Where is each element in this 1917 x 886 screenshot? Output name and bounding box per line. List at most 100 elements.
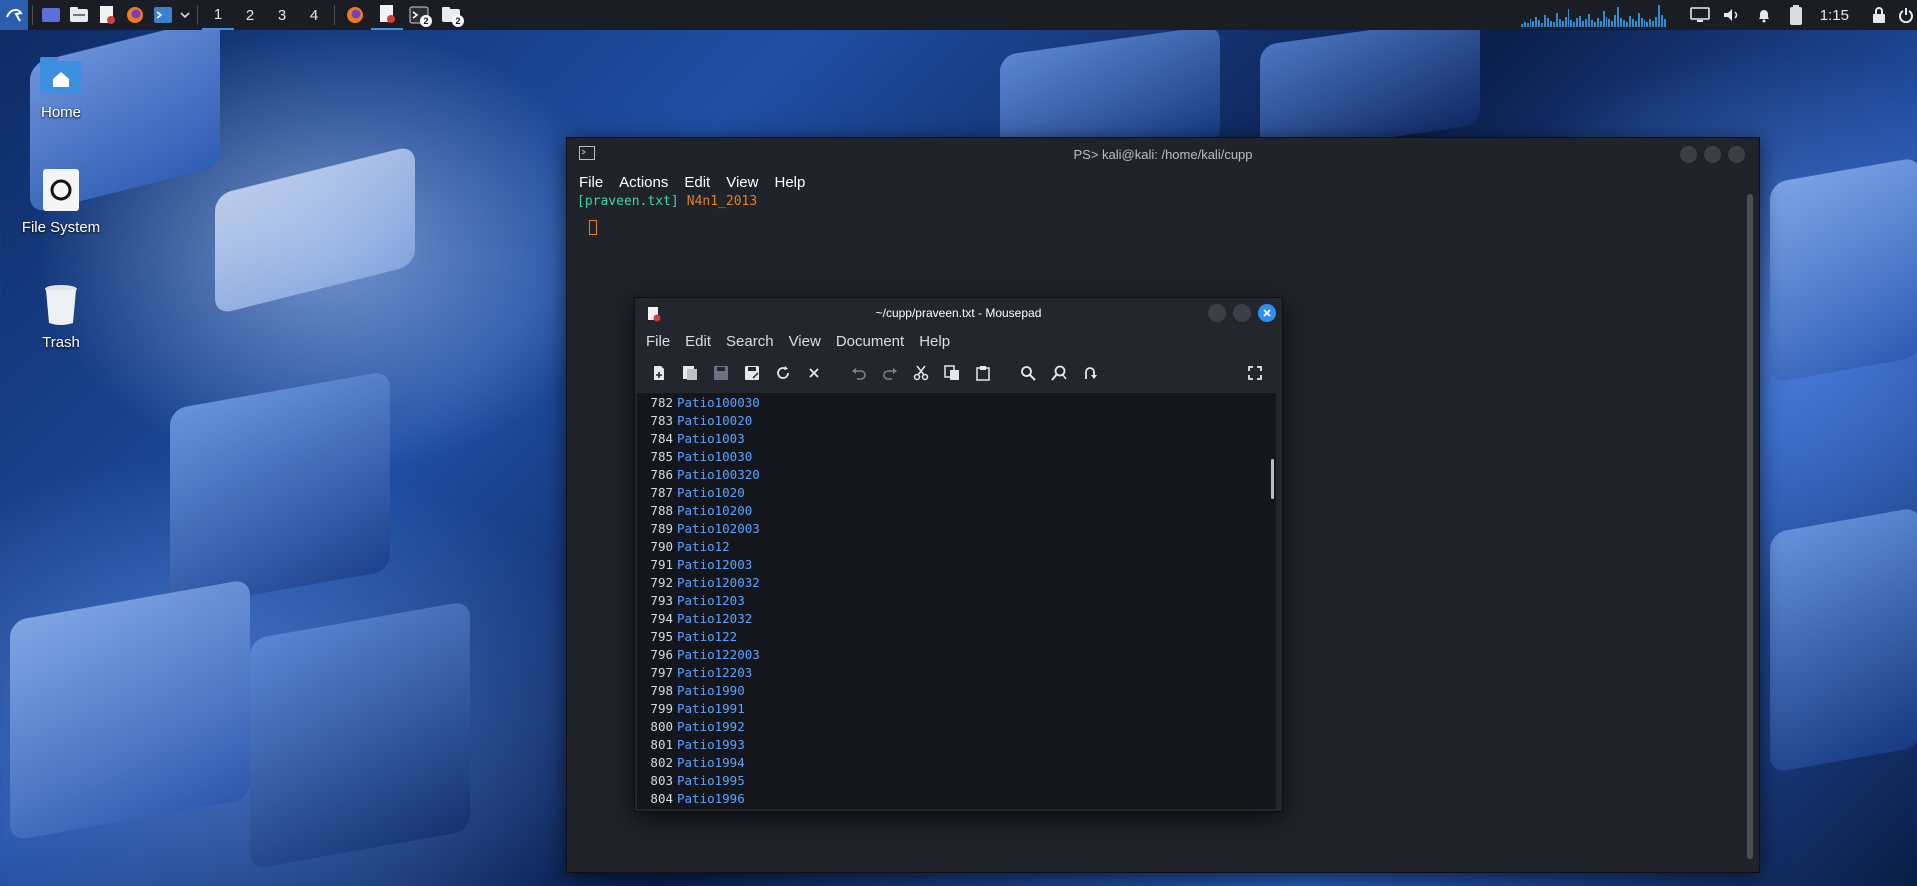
lock-icon[interactable] — [1863, 0, 1895, 30]
menu-edit[interactable]: Edit — [684, 174, 710, 191]
text-editor-icon[interactable] — [93, 0, 121, 30]
new-window-button[interactable] — [676, 359, 704, 387]
power-icon[interactable] — [1895, 0, 1917, 30]
menu-file[interactable]: File — [579, 174, 603, 191]
editor-line[interactable]: 784 Patio1003 — [637, 429, 1276, 447]
editor-line[interactable]: 798 Patio1990 — [637, 681, 1276, 699]
paste-button[interactable] — [969, 359, 997, 387]
show-desktop-icon[interactable] — [37, 0, 65, 30]
workspace-2[interactable]: 2 — [234, 0, 266, 30]
fullscreen-button[interactable] — [1241, 359, 1269, 387]
editor-line[interactable]: 797 Patio12203 — [637, 663, 1276, 681]
save-as-button[interactable] — [738, 359, 766, 387]
home-folder-icon — [36, 50, 86, 100]
terminal-scrollbar[interactable] — [1747, 194, 1753, 859]
menu-search[interactable]: Search — [726, 333, 774, 350]
menu-document[interactable]: Document — [836, 333, 904, 350]
panel-separator — [197, 5, 198, 25]
new-document-button[interactable] — [645, 359, 673, 387]
redo-icon — [883, 368, 897, 380]
menu-help[interactable]: Help — [774, 174, 805, 191]
save-button[interactable] — [707, 359, 735, 387]
fullscreen-icon — [1248, 366, 1262, 380]
editor-line[interactable]: 795 Patio122 — [637, 627, 1276, 645]
desktop-icon-trash[interactable]: Trash — [6, 280, 116, 351]
menu-file[interactable]: File — [646, 333, 670, 350]
editor-line[interactable]: 799 Patio1991 — [637, 699, 1276, 717]
editor-line[interactable]: 794 Patio12032 — [637, 609, 1276, 627]
workspace-4[interactable]: 4 — [298, 0, 330, 30]
close-document-button[interactable] — [800, 359, 828, 387]
editor-line[interactable]: 788 Patio10200 — [637, 501, 1276, 519]
line-text: Patio1003 — [677, 430, 745, 446]
editor-line[interactable]: 792 Patio120032 — [637, 573, 1276, 591]
line-text: Patio12203 — [677, 664, 753, 680]
panel-clock[interactable]: 1:15 — [1820, 7, 1849, 24]
desktop-icon-home[interactable]: Home — [6, 50, 116, 121]
cpu-graph-bar — [1535, 17, 1538, 27]
workspace-1[interactable]: 1 — [202, 0, 234, 30]
task-firefox[interactable] — [339, 0, 371, 30]
menu-edit[interactable]: Edit — [685, 333, 711, 350]
minimize-button[interactable] — [1680, 146, 1697, 163]
editor-line[interactable]: 787 Patio1020 — [637, 483, 1276, 501]
find-replace-button[interactable] — [1045, 359, 1073, 387]
mousepad-titlebar[interactable]: ~/cupp/praveen.txt - Mousepad — [635, 298, 1282, 328]
undo-button[interactable] — [845, 359, 873, 387]
task-count-badge: 2 — [420, 15, 432, 27]
cpu-graph-bar — [1570, 20, 1573, 27]
workspace-3[interactable]: 3 — [266, 0, 298, 30]
editor-line[interactable]: 801 Patio1993 — [637, 735, 1276, 753]
text-editor-area[interactable]: 782 Patio100030 783 Patio10020 784 Patio1003 7… — [637, 393, 1276, 809]
editor-line[interactable]: 782 Patio100030 — [637, 393, 1276, 411]
cut-button[interactable] — [907, 359, 935, 387]
cpu-graph-bar — [1655, 17, 1658, 27]
battery-icon[interactable] — [1780, 0, 1812, 30]
editor-line[interactable]: 791 Patio12003 — [637, 555, 1276, 573]
notification-bell-icon[interactable] — [1748, 0, 1780, 30]
close-button[interactable] — [1728, 146, 1745, 163]
menu-actions[interactable]: Actions — [619, 174, 668, 191]
display-icon[interactable] — [1684, 0, 1716, 30]
editor-line[interactable]: 790 Patio12 — [637, 537, 1276, 555]
editor-line[interactable]: 803 Patio1995 — [637, 771, 1276, 789]
find-button[interactable] — [1014, 359, 1042, 387]
redo-button[interactable] — [876, 359, 904, 387]
editor-line[interactable]: 793 Patio1203 — [637, 591, 1276, 609]
reload-button[interactable] — [769, 359, 797, 387]
editor-scrollbar-thumb[interactable] — [1271, 459, 1274, 499]
maximize-button[interactable] — [1233, 304, 1251, 322]
chevron-down-icon[interactable] — [177, 0, 193, 30]
scissors-icon — [913, 365, 929, 381]
cpu-graph-bar — [1614, 15, 1617, 27]
terminal-titlebar[interactable]: PS> kali@kali: /home/kali/cupp — [567, 138, 1759, 170]
menu-view[interactable]: View — [726, 174, 758, 191]
close-button[interactable] — [1258, 304, 1276, 322]
file-manager-icon[interactable] — [65, 0, 93, 30]
terminal-launcher-icon[interactable] — [149, 0, 177, 30]
editor-line[interactable]: 786 Patio100320 — [637, 465, 1276, 483]
maximize-button[interactable] — [1704, 146, 1721, 163]
menu-view[interactable]: View — [789, 333, 821, 350]
firefox-icon[interactable] — [121, 0, 149, 30]
task-terminal-group[interactable]: 2 — [403, 0, 435, 30]
editor-line[interactable]: 796 Patio122003 — [637, 645, 1276, 663]
editor-line[interactable]: 785 Patio10030 — [637, 447, 1276, 465]
editor-line[interactable]: 783 Patio10020 — [637, 411, 1276, 429]
minimize-button[interactable] — [1208, 304, 1226, 322]
menu-help[interactable]: Help — [919, 333, 950, 350]
copy-button[interactable] — [938, 359, 966, 387]
desktop-icon-file-system[interactable]: File System — [6, 165, 116, 236]
cpu-graph-bar — [1596, 18, 1599, 27]
volume-icon[interactable] — [1716, 0, 1748, 30]
task-file-manager-group[interactable]: 2 — [435, 0, 467, 30]
kali-menu-button[interactable] — [0, 0, 28, 30]
editor-line[interactable]: 804 Patio1996 — [637, 789, 1276, 807]
task-mousepad[interactable] — [371, 0, 403, 30]
line-number: 802 — [650, 754, 673, 770]
editor-line[interactable]: 800 Patio1992 — [637, 717, 1276, 735]
editor-line[interactable]: 789 Patio102003 — [637, 519, 1276, 537]
editor-line[interactable]: 802 Patio1994 — [637, 753, 1276, 771]
search-icon — [1021, 366, 1036, 381]
go-to-line-button[interactable] — [1076, 359, 1104, 387]
